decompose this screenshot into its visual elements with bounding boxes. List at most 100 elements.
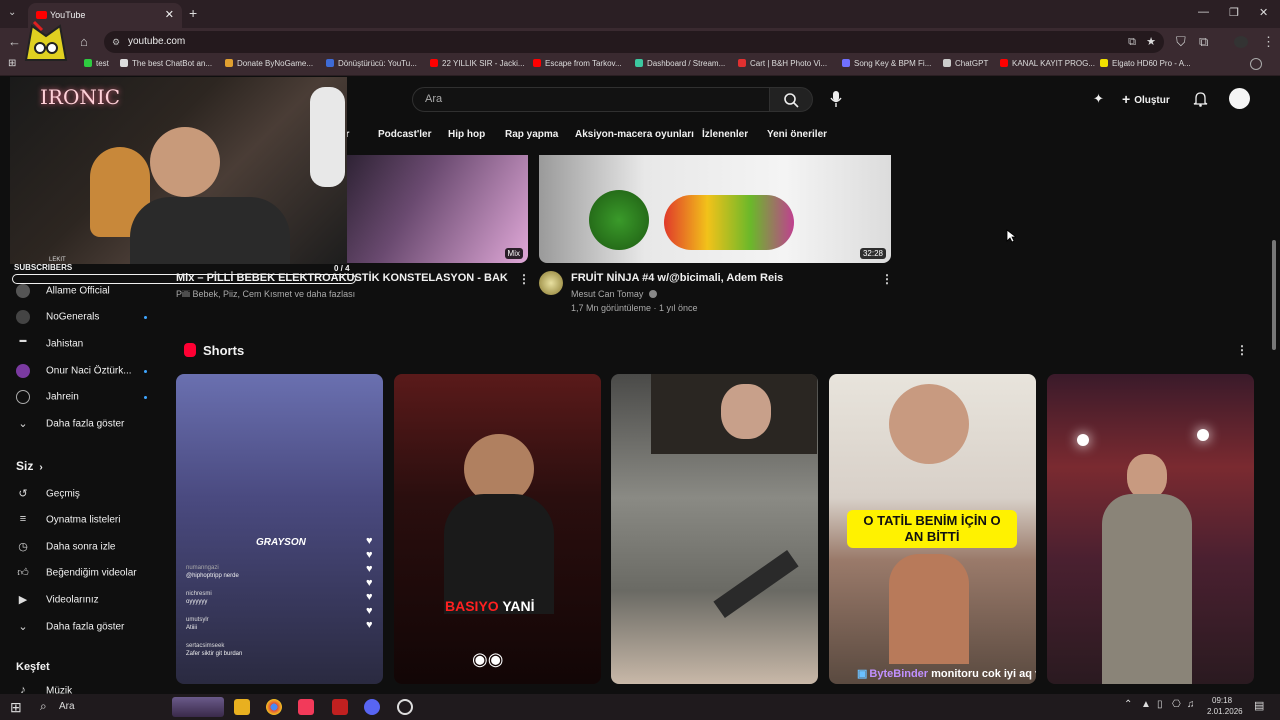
install-app-icon[interactable]: ⧉ (1128, 31, 1136, 53)
channel-avatar[interactable] (539, 271, 563, 295)
url-field[interactable]: ⚙ youtube.com ⧉ ★ (104, 31, 1164, 53)
tab-search-icon[interactable]: ⌄ (8, 7, 16, 18)
url-text: youtube.com (128, 36, 186, 47)
sidebar-item-your-videos[interactable]: ▶ Videolarınız (16, 593, 99, 607)
bookmark-item[interactable]: 22 YILLIK SIR - Jacki... (430, 59, 525, 68)
voicemeeter-icon[interactable] (332, 699, 348, 715)
subscription-item[interactable]: NoGenerals (16, 310, 147, 324)
notifications-bell-icon[interactable] (1193, 91, 1208, 107)
bookmark-item[interactable]: Escape from Tarkov... (533, 59, 622, 68)
tray-usb-icon[interactable]: ▯ (1157, 699, 1163, 710)
video-title[interactable]: FRUİT NİNJA #4 w/@bicimali, Adem Reis (571, 272, 783, 284)
obs-icon[interactable] (397, 699, 413, 715)
show-more-you[interactable]: ⌄ Daha fazla göster (16, 620, 124, 634)
channel-avatar-icon: ▬ (19, 337, 27, 344)
clock-time[interactable]: 09:18 (1212, 696, 1232, 705)
music-app-icon[interactable] (298, 699, 314, 715)
subscription-item[interactable]: ▬ Jahistan (16, 337, 84, 351)
bookmark-item[interactable]: Dönüştürücü: YouTu... (326, 59, 417, 68)
windows-start-icon[interactable]: ⊞ (10, 699, 22, 716)
page-scrollbar-thumb[interactable] (1272, 240, 1276, 350)
clock-date[interactable]: 2.01.2026 (1207, 707, 1243, 716)
browser-menu-icon[interactable]: ⋮ (1262, 34, 1275, 50)
account-avatar[interactable] (1229, 88, 1250, 109)
sidebar-item-history[interactable]: ↺ Geçmiş (16, 487, 80, 501)
bookmark-item[interactable]: ChatGPT (943, 59, 988, 68)
file-explorer-icon[interactable] (234, 699, 250, 715)
short-caption: O TATİL BENİM İÇİN O AN BİTTİ (847, 510, 1017, 548)
short-card[interactable]: BASIYO YANİ ◉◉ (394, 374, 601, 684)
sidebar-item-watch-later[interactable]: ◷ Daha sonra izle (16, 540, 115, 554)
sidebar-item-playlists[interactable]: ≡ Oynatma listeleri (16, 513, 121, 527)
tray-app-icon[interactable]: ▲ (1141, 699, 1151, 710)
bookmark-item[interactable]: Dashboard / Stream... (635, 59, 725, 68)
home-icon[interactable]: ⌂ (80, 34, 88, 49)
chip-action-adventure[interactable]: Aksiyon-macera oyunları (575, 129, 694, 140)
short-card[interactable] (611, 374, 818, 684)
restore-icon[interactable]: ❐ (1229, 6, 1239, 19)
person-head (889, 384, 969, 464)
bookmark-item[interactable]: Elgato HD60 Pro - A... (1100, 59, 1191, 68)
eyes-icon: ◉◉ (472, 649, 504, 669)
browser-tab-bar: ⌄ YouTube ✕ + — ❐ ✕ (0, 0, 1280, 28)
video-channel[interactable]: Pilli Bebek, Piiz, Cem Kısmet ve daha fa… (176, 289, 355, 299)
search-button[interactable] (769, 87, 813, 112)
show-more-subscriptions[interactable]: ⌄ Daha fazla göster (16, 417, 124, 431)
discord-icon[interactable] (364, 699, 380, 715)
tab-close-icon[interactable]: ✕ (165, 3, 174, 28)
bookmark-star-icon[interactable]: ★ (1146, 31, 1156, 53)
chip-new-suggestions[interactable]: Yeni öneriler (767, 129, 827, 140)
bookmark-favicon-icon (943, 59, 951, 67)
watermelon-image (589, 190, 649, 250)
notifications-icon[interactable]: ▤ (1254, 699, 1264, 712)
back-icon[interactable]: ← (8, 34, 21, 49)
volume-icon[interactable]: ♫ (1187, 699, 1195, 710)
chip-watched[interactable]: İzlenenler (702, 129, 748, 140)
shorts-more-icon[interactable]: ⋮ (1236, 343, 1248, 357)
bookmark-item[interactable]: The best ChatBot an... (120, 59, 212, 68)
subscription-item[interactable]: Jahrein (16, 390, 147, 404)
video-channel[interactable]: Mesut Can Tomay (571, 289, 643, 299)
bookmark-item[interactable]: test (84, 59, 109, 68)
short-card[interactable]: GRAYSON numanngazi @hiphoptripp nerde nic… (176, 374, 383, 684)
chip-hiphop[interactable]: Hip hop (448, 129, 485, 140)
site-info-icon[interactable]: ⚙ (112, 31, 120, 53)
more-options-icon[interactable]: ⋮ (518, 272, 530, 286)
chrome-icon[interactable] (266, 699, 282, 715)
bookmark-favicon-icon (842, 59, 850, 67)
extensions-icon[interactable]: ⧉ (1199, 34, 1208, 50)
chip-podcasts[interactable]: Podcast'ler (378, 129, 432, 140)
create-button[interactable]: + Oluştur (1122, 91, 1170, 107)
profile-avatar[interactable] (1234, 36, 1248, 48)
video-thumbnail[interactable]: 32:28 (539, 155, 891, 263)
bookmark-item[interactable]: Song Key & BPM Fi... (842, 59, 931, 68)
new-tab-button[interactable]: + (189, 5, 197, 21)
you-section-heading[interactable]: Siz › (16, 459, 43, 473)
studio-icon[interactable]: ✦ (1093, 91, 1104, 107)
network-icon[interactable]: ⎔ (1172, 699, 1181, 710)
more-options-icon[interactable]: ⋮ (881, 272, 893, 286)
short-card[interactable]: O TATİL BENİM İÇİN O AN BİTTİ ▣ ByteBinde… (829, 374, 1036, 684)
close-window-icon[interactable]: ✕ (1259, 6, 1268, 19)
microphone-icon[interactable] (829, 90, 843, 108)
bookmark-item[interactable]: KANAL KAYIT PROG... (1000, 59, 1095, 68)
sidebar-item-liked[interactable]: 👍︎ Beğendiğim videolar (16, 566, 136, 580)
short-card[interactable] (1047, 374, 1254, 684)
apps-grid-icon[interactable]: ⊞ (8, 58, 16, 69)
video-thumbnail[interactable]: Mix (340, 155, 528, 263)
minimize-icon[interactable]: — (1198, 6, 1209, 18)
search-input[interactable]: Ara (412, 87, 770, 112)
subscription-item[interactable]: Onur Naci Öztürk... (16, 364, 147, 378)
chip-rap[interactable]: Rap yapma (505, 129, 558, 140)
subscription-item[interactable]: Allame Official (16, 284, 110, 298)
bookmark-item[interactable]: Cart | B&H Photo Vi... (738, 59, 827, 68)
short-caption: GRAYSON (256, 537, 306, 548)
new-content-dot (144, 370, 147, 373)
taskbar-widget-image[interactable] (172, 697, 224, 717)
bookmark-favicon-icon (225, 59, 233, 67)
taskbar-search-input[interactable]: Ara (59, 701, 75, 712)
shield-extension-icon[interactable]: ⛉ (1176, 34, 1186, 50)
tray-chevron-icon[interactable]: ⌃ (1124, 699, 1132, 710)
bookmark-folder-icon[interactable] (1250, 58, 1262, 70)
bookmark-item[interactable]: Donate ByNoGame... (225, 59, 313, 68)
